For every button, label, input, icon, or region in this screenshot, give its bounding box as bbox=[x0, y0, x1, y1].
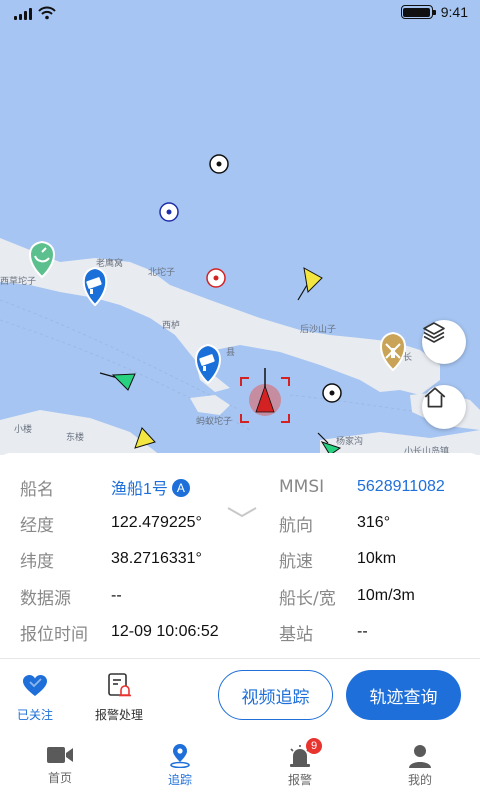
tab-profile[interactable]: 我的 bbox=[360, 736, 480, 800]
buoy-marker bbox=[206, 268, 226, 288]
latitude-value: 38.2716331° bbox=[111, 550, 202, 567]
speed-value: 10km bbox=[357, 550, 397, 567]
mmsi-value[interactable]: 5628911082 bbox=[357, 478, 445, 496]
info-row: 数据源 -- 船长/宽 10m/3m bbox=[0, 578, 480, 614]
home-button[interactable] bbox=[422, 385, 466, 429]
battery-icon bbox=[400, 5, 436, 19]
place-label: 北坨子 bbox=[148, 268, 176, 278]
base-station-value: -- bbox=[357, 623, 368, 640]
tab-alarm[interactable]: 9 报警 bbox=[240, 736, 360, 800]
alarm-handle-label: 报警处理 bbox=[94, 708, 143, 722]
place-label: 东楼 bbox=[66, 433, 85, 443]
info-row: 经度 122.479225° 航向 316° bbox=[0, 505, 480, 541]
place-label: 老鹰窝 bbox=[96, 259, 124, 269]
place-label: 长 bbox=[403, 353, 413, 363]
map-view[interactable]: 西草坨子 老鹰窝 北坨子 西栌 后沙山子 县 长 蚂蚁坨子 小楼 东楼 杨家沟 … bbox=[0, 0, 480, 455]
info-row: 报位时间 12-09 10:06:52 基站 -- bbox=[0, 614, 480, 650]
longitude-value: 122.479225° bbox=[111, 514, 202, 531]
base-station-label: 基站 bbox=[279, 624, 313, 645]
home-icon bbox=[424, 387, 446, 408]
layers-icon bbox=[423, 322, 445, 343]
vessel-name-value[interactable]: 渔船1号 A bbox=[111, 475, 190, 499]
map-canvas bbox=[0, 154, 480, 455]
follow-button[interactable]: 已关注 bbox=[0, 674, 70, 723]
vessel-marker-yellow bbox=[134, 427, 156, 449]
ais-class-badge: A bbox=[171, 479, 190, 497]
latitude-label: 纬度 bbox=[20, 551, 54, 572]
report-time-value: 12-09 10:06:52 bbox=[111, 623, 219, 640]
tab-label: 首页 bbox=[47, 771, 72, 785]
action-bar: 已关注 报警处理 视频追踪 轨迹查询 bbox=[0, 660, 480, 736]
course-value: 316° bbox=[357, 514, 391, 531]
place-label: 西草坨子 bbox=[0, 277, 37, 287]
island-main bbox=[0, 238, 440, 395]
place-label: 西栌 bbox=[162, 321, 181, 331]
tab-track[interactable]: 追踪 bbox=[120, 736, 240, 800]
location-pin-icon bbox=[170, 744, 190, 768]
vessel-size-value: 10m/3m bbox=[357, 587, 415, 604]
vessel-marker-yellow bbox=[297, 267, 323, 301]
mmsi-label: MMSI bbox=[279, 477, 325, 497]
follow-label: 已关注 bbox=[16, 708, 53, 722]
alarm-count-badge: 9 bbox=[306, 738, 322, 754]
longitude-label: 经度 bbox=[20, 515, 54, 536]
tab-label: 报警 bbox=[287, 773, 312, 787]
place-label: 杨家沟 bbox=[336, 437, 364, 447]
place-label: 小楼 bbox=[14, 425, 33, 435]
user-icon bbox=[409, 745, 431, 768]
track-query-button[interactable]: 轨迹查询 bbox=[346, 670, 461, 720]
vessel-name-label: 船名 bbox=[20, 479, 54, 500]
vessel-marker-green bbox=[99, 372, 136, 391]
signal-icon bbox=[14, 8, 32, 20]
tab-label: 我的 bbox=[407, 773, 432, 787]
camera-icon bbox=[47, 747, 73, 763]
place-label: 县 bbox=[226, 348, 236, 358]
status-time: 9:41 bbox=[440, 4, 468, 20]
place-label: 后沙山子 bbox=[300, 325, 337, 335]
buoy-marker bbox=[159, 202, 179, 222]
course-label: 航向 bbox=[279, 515, 313, 536]
speed-label: 航速 bbox=[279, 551, 313, 572]
status-bar: 9:41 bbox=[0, 0, 480, 26]
report-time-label: 报位时间 bbox=[20, 624, 88, 645]
info-row: 船名 渔船1号 A MMSI 5628911082 bbox=[0, 469, 480, 505]
selected-vessel-marker bbox=[240, 368, 290, 423]
vessel-size-label: 船长/宽 bbox=[279, 588, 336, 609]
data-source-label: 数据源 bbox=[20, 588, 71, 609]
bottom-tab-bar: 首页 追踪 9 报警 我的 bbox=[0, 736, 480, 800]
vessel-info-panel: 船名 渔船1号 A MMSI 5628911082 经度 122.479225° … bbox=[0, 453, 480, 659]
alarm-report-icon bbox=[108, 673, 131, 697]
heart-icon bbox=[23, 675, 47, 696]
place-label: 蚂蚁坨子 bbox=[196, 417, 233, 427]
layers-button[interactable] bbox=[422, 320, 466, 364]
alarm-handle-button[interactable]: 报警处理 bbox=[84, 672, 154, 723]
info-row: 纬度 38.2716331° 航速 10km bbox=[0, 541, 480, 577]
buoy-marker bbox=[322, 383, 342, 403]
data-source-value: -- bbox=[111, 587, 122, 604]
wifi-icon bbox=[38, 6, 56, 20]
video-track-button[interactable]: 视频追踪 bbox=[218, 670, 333, 720]
tab-label: 追踪 bbox=[167, 773, 192, 787]
tab-home[interactable]: 首页 bbox=[0, 736, 120, 800]
buoy-marker bbox=[209, 154, 229, 174]
